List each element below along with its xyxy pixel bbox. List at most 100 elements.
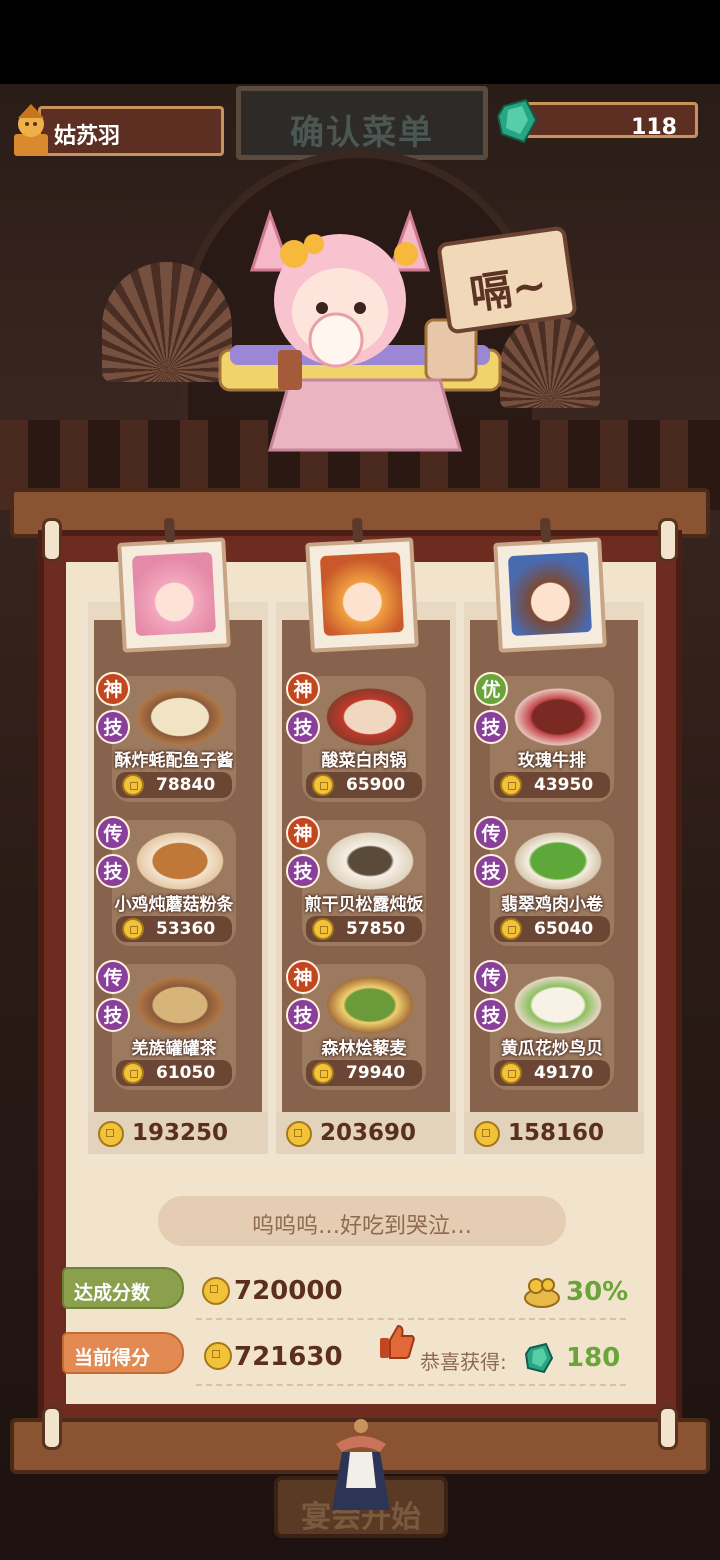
scroll-knob xyxy=(42,1406,62,1450)
dish-name: 酸菜白肉锅 xyxy=(321,751,407,771)
coin-icon xyxy=(474,1121,500,1147)
reward-amount: 180 xyxy=(566,1343,621,1373)
rarity-badge: 神 xyxy=(286,672,320,706)
dish-image xyxy=(320,684,420,750)
dish-image xyxy=(130,828,230,894)
skill-badge: 技 xyxy=(474,998,508,1032)
menu-column-2: 神 技 酸菜白肉锅 65900 神 技 煎干贝松露炖饭 57850 神 技 森林… xyxy=(272,598,460,1158)
dish-name: 煎干贝松露炖饭 xyxy=(304,895,424,915)
dish-name: 小鸡炖蘑菇粉条 xyxy=(114,895,234,915)
dish-name: 翡翠鸡肉小卷 xyxy=(501,895,603,915)
dish-card[interactable]: 神 技 煎干贝松露炖饭 57850 xyxy=(286,816,426,946)
dish-price-row: 57850 xyxy=(306,916,422,942)
column-total: 203690 xyxy=(276,1112,456,1154)
right-fan-decoration xyxy=(500,316,600,408)
skill-badge: 技 xyxy=(474,854,508,888)
dish-card[interactable]: 神 技 酸菜白肉锅 65900 xyxy=(286,672,426,802)
target-score-value: 720000 xyxy=(234,1276,343,1306)
rarity-badge: 传 xyxy=(474,816,508,850)
dish-price: 53360 xyxy=(156,919,216,939)
target-score-tag: 达成分数 xyxy=(62,1267,184,1309)
scroll-knob xyxy=(658,1406,678,1450)
dish-card[interactable]: 优 技 玫瑰牛排 43950 xyxy=(474,672,614,802)
bonus-icon xyxy=(524,1278,560,1308)
gem-bar: 118 xyxy=(520,102,698,140)
gem-icon xyxy=(496,98,538,144)
rarity-badge: 神 xyxy=(286,960,320,994)
guest-comment: 呜呜呜…好吃到哭泣… xyxy=(158,1196,566,1246)
rarity-badge: 传 xyxy=(474,960,508,994)
dish-card[interactable]: 传 技 黄瓜花炒鸟贝 49170 xyxy=(474,960,614,1090)
dish-price: 43950 xyxy=(534,775,594,795)
dish-name: 酥炸蚝配鱼子酱 xyxy=(114,751,234,771)
speech-text: 嗝~ xyxy=(466,259,550,320)
chef-avatar xyxy=(319,551,404,637)
skill-badge: 技 xyxy=(286,854,320,888)
dish-card[interactable]: 传 技 翡翠鸡肉小卷 65040 xyxy=(474,816,614,946)
dish-name: 羌族罐罐茶 xyxy=(131,1039,217,1059)
scroll-knob xyxy=(42,518,62,562)
skill-badge: 技 xyxy=(96,710,130,744)
coin-icon xyxy=(286,1121,312,1147)
dish-price-row: 79940 xyxy=(306,1060,422,1086)
rarity-badge: 优 xyxy=(474,672,508,706)
dish-name: 森林烩藜麦 xyxy=(321,1039,407,1059)
current-score-label: 当前得分 xyxy=(74,1347,151,1369)
column-total: 158160 xyxy=(464,1112,644,1154)
target-score-label: 达成分数 xyxy=(74,1282,151,1304)
dish-card[interactable]: 神 技 森林烩藜麦 79940 xyxy=(286,960,426,1090)
chef-portrait-1[interactable] xyxy=(117,517,231,653)
menu-column-1: 神 技 酥炸蚝配鱼子酱 78840 传 技 小鸡炖蘑菇粉条 53360 传 技 … xyxy=(84,598,272,1158)
game-screen: 姑苏羽 确认菜单 118 嗝~ 神 技 酥炸蚝配鱼子酱 78840 传 技 小鸡… xyxy=(0,0,720,1560)
dish-price: 57850 xyxy=(346,919,406,939)
dish-card[interactable]: 神 技 酥炸蚝配鱼子酱 78840 xyxy=(96,672,236,802)
coin-icon xyxy=(500,774,522,796)
rarity-badge: 传 xyxy=(96,960,130,994)
dish-image xyxy=(130,684,230,750)
skill-badge: 技 xyxy=(474,710,508,744)
chef-portrait-2[interactable] xyxy=(305,517,419,653)
column-total-value: 158160 xyxy=(508,1120,605,1146)
comment-text: 呜呜呜…好吃到哭泣… xyxy=(251,1214,472,1239)
portrait-hook xyxy=(351,517,364,543)
tassel-decoration xyxy=(332,1419,390,1510)
divider xyxy=(196,1318,626,1320)
skill-badge: 技 xyxy=(96,854,130,888)
dish-name: 黄瓜花炒鸟贝 xyxy=(501,1039,603,1059)
coin-icon xyxy=(122,774,144,796)
scroll-knob xyxy=(658,518,678,562)
gem-count: 118 xyxy=(631,115,677,140)
player-avatar-icon xyxy=(14,104,48,156)
current-score-tag: 当前得分 xyxy=(62,1332,184,1374)
gem-icon xyxy=(524,1342,554,1374)
dish-card[interactable]: 传 技 小鸡炖蘑菇粉条 53360 xyxy=(96,816,236,946)
bonus-percent: 30% xyxy=(566,1277,629,1307)
dish-price-row: 53360 xyxy=(116,916,232,942)
dish-image xyxy=(508,684,608,750)
current-score-value: 721630 xyxy=(234,1342,343,1372)
thumbs-up-icon xyxy=(380,1324,415,1359)
chef-avatar xyxy=(507,551,592,637)
skill-badge: 技 xyxy=(286,998,320,1032)
skill-badge: 技 xyxy=(96,998,130,1032)
column-total: 193250 xyxy=(88,1112,268,1154)
rarity-badge: 神 xyxy=(96,672,130,706)
player-badge[interactable]: 姑苏羽 xyxy=(8,100,224,158)
column-total-value: 193250 xyxy=(132,1120,229,1146)
coin-icon xyxy=(204,1342,232,1370)
rarity-badge: 传 xyxy=(96,816,130,850)
dish-price: 78840 xyxy=(156,775,216,795)
dish-price-row: 65040 xyxy=(494,916,610,942)
speech-sign: 嗝~ xyxy=(436,225,578,335)
dish-price: 61050 xyxy=(156,1063,216,1083)
chef-portrait-3[interactable] xyxy=(493,517,607,653)
dish-name: 玫瑰牛排 xyxy=(518,751,586,771)
chef-avatar xyxy=(131,551,216,637)
dish-price: 49170 xyxy=(534,1063,594,1083)
dish-card[interactable]: 传 技 羌族罐罐茶 61050 xyxy=(96,960,236,1090)
dish-price-row: 49170 xyxy=(494,1060,610,1086)
dish-price-row: 65900 xyxy=(306,772,422,798)
dish-price-row: 61050 xyxy=(116,1060,232,1086)
gem-counter[interactable]: 118 xyxy=(496,98,700,144)
dish-image xyxy=(508,972,608,1038)
